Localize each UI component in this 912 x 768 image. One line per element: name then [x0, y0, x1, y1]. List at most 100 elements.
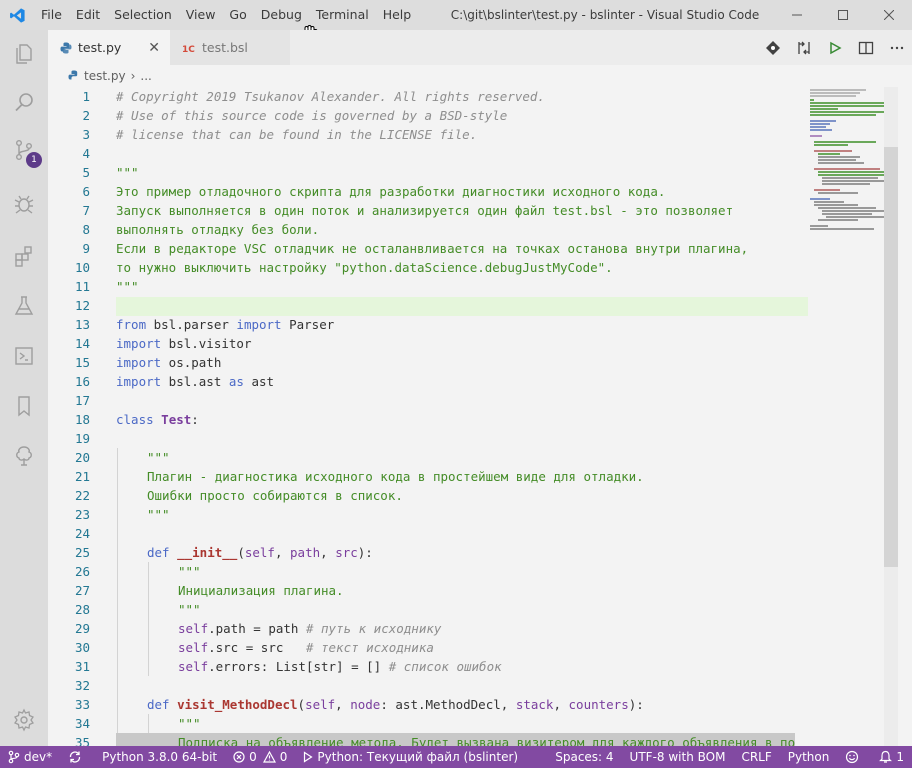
minimap-line — [818, 162, 864, 164]
menu-selection[interactable]: Selection — [107, 0, 179, 30]
code-line: # Copyright 2019 Tsukanov Alexander. All… — [116, 89, 545, 104]
bookmark-icon[interactable] — [0, 382, 48, 430]
menu-edit[interactable]: Edit — [69, 0, 107, 30]
terminal-icon[interactable] — [0, 332, 48, 380]
activity-bar: 1 — [0, 30, 48, 746]
close-window-button[interactable] — [866, 0, 912, 30]
code-line: def __init__(self, path, src): — [147, 543, 373, 562]
code-line: """ — [178, 602, 201, 617]
minimap-line — [810, 120, 836, 122]
minimap-line — [818, 159, 856, 161]
minimap-line — [814, 201, 844, 203]
source-control-badge: 1 — [26, 152, 42, 168]
menu-go[interactable]: Go — [222, 0, 253, 30]
minimap-line — [810, 108, 838, 110]
minimap-line — [818, 219, 858, 221]
python-file-icon — [68, 70, 80, 82]
line-number: 23 — [74, 507, 90, 522]
minimap-line — [826, 216, 892, 218]
punctuation: ): — [357, 545, 373, 560]
explorer-icon[interactable] — [0, 30, 48, 78]
code-line: Инициализация плагина. — [178, 583, 344, 598]
punctuation: , — [335, 697, 351, 712]
type-annotation: : ast.MethodDecl, — [380, 697, 516, 712]
eol-status[interactable]: CRLF — [733, 746, 779, 768]
punctuation: , — [274, 545, 291, 560]
line-number: 16 — [74, 374, 90, 389]
encoding-status[interactable]: UTF-8 with BOM — [622, 746, 734, 768]
menu-help[interactable]: Help — [376, 0, 419, 30]
tree-icon[interactable] — [0, 432, 48, 480]
breadcrumb-more[interactable]: ... — [140, 69, 151, 83]
minimap-line — [818, 174, 888, 176]
punctuation: ( — [297, 697, 306, 712]
python-file-icon — [60, 42, 72, 54]
indentation-status[interactable]: Spaces: 4 — [547, 746, 621, 768]
minimap-line — [822, 177, 878, 179]
split-editor-icon[interactable] — [850, 30, 881, 65]
punctuation: , — [553, 697, 569, 712]
scrollbar-thumb[interactable] — [884, 147, 898, 567]
git-compare-icon[interactable] — [757, 30, 788, 65]
chevron-right-icon: › — [130, 69, 136, 83]
settings-gear-icon[interactable] — [0, 696, 48, 744]
line-number: 29 — [74, 621, 90, 636]
code-line: class Test: — [116, 410, 199, 429]
close-tab-icon[interactable]: ✕ — [148, 40, 160, 56]
notifications-button[interactable]: 1 — [871, 746, 912, 768]
python-interpreter-status[interactable]: Python 3.8.0 64-bit — [94, 746, 225, 768]
search-icon[interactable] — [0, 78, 48, 126]
minimap-line — [814, 141, 876, 143]
language-mode-status[interactable]: Python — [780, 746, 838, 768]
sync-button[interactable] — [60, 746, 94, 768]
git-branch-status[interactable]: dev* — [0, 746, 60, 768]
more-actions-icon[interactable] — [881, 30, 912, 65]
extensions-icon[interactable] — [0, 232, 48, 280]
self-keyword: self — [178, 659, 209, 674]
warning-icon — [262, 751, 276, 763]
minimap[interactable] — [808, 87, 898, 746]
line-number: 6 — [82, 184, 90, 199]
minimap-line — [810, 228, 874, 230]
tab-test-py[interactable]: test.py ✕ — [48, 30, 170, 65]
line-number: 12 — [74, 298, 90, 313]
run-python-file-icon[interactable] — [819, 30, 850, 65]
function-name: __init__ — [177, 545, 238, 560]
debug-configuration-status[interactable]: Python: Текущий файл (bslinter) — [295, 746, 526, 768]
line-number: 19 — [74, 431, 90, 446]
line-number: 5 — [82, 165, 90, 180]
minimap-line — [822, 213, 872, 215]
debug-icon[interactable] — [0, 180, 48, 228]
minimap-line — [810, 129, 832, 131]
module-name: os.path — [161, 355, 222, 370]
testing-flask-icon[interactable] — [0, 282, 48, 330]
debug-target: Python: Текущий файл (bslinter) — [317, 750, 519, 764]
problems-status[interactable]: 0 0 — [225, 746, 295, 768]
vertical-scrollbar[interactable] — [884, 87, 898, 746]
open-changes-icon[interactable] — [788, 30, 819, 65]
source-control-icon[interactable]: 1 — [0, 126, 48, 174]
line-number: 32 — [74, 678, 90, 693]
function-name: visit_MethodDecl — [177, 697, 298, 712]
line-number: 27 — [74, 583, 90, 598]
svg-text:1С: 1С — [182, 45, 195, 54]
line-number: 26 — [74, 564, 90, 579]
tab-bar: test.py ✕ 1С test.bsl — [48, 30, 912, 65]
parameter: path — [290, 545, 321, 560]
menu-file[interactable]: File — [34, 0, 69, 30]
code-line: import bsl.visitor — [116, 334, 251, 353]
menu-bar: File Edit Selection View Go Debug Termin… — [34, 0, 418, 30]
code-line: """ — [147, 507, 170, 522]
minimap-line — [818, 207, 876, 209]
line-number: 34 — [74, 716, 90, 731]
parameter: counters — [568, 697, 629, 712]
minimize-button[interactable] — [774, 0, 820, 30]
code-editor[interactable]: 1 # Copyright 2019 Tsukanov Alexander. Al… — [48, 87, 912, 746]
maximize-button[interactable] — [820, 0, 866, 30]
keyword: from — [116, 317, 147, 332]
menu-view[interactable]: View — [179, 0, 223, 30]
tab-test-bsl[interactable]: 1С test.bsl — [170, 30, 290, 65]
code-line: Запуск выполняется в один поток и анализ… — [116, 203, 734, 218]
feedback-button[interactable] — [837, 746, 871, 768]
breadcrumb-file[interactable]: test.py — [84, 69, 126, 83]
